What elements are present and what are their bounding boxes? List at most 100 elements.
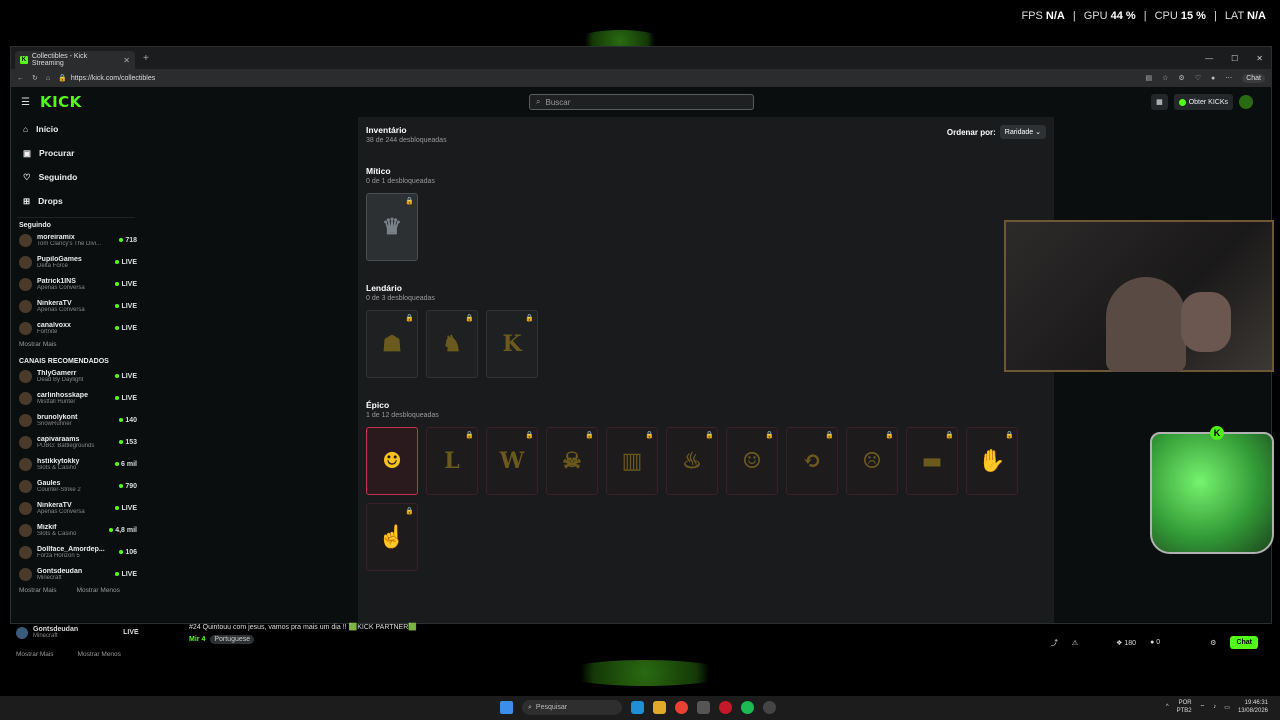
collectible-card-unlocked[interactable]: ☻ xyxy=(366,427,418,495)
wifi-icon[interactable]: ⌔ xyxy=(1200,703,1206,711)
show-more-recommended[interactable]: Mostrar Mais xyxy=(19,587,57,594)
face-emote-icon: ☻ xyxy=(382,448,402,474)
sidebar-channel[interactable]: Patrick1INS Apenas Conversa LIVE xyxy=(11,273,141,295)
favorite-icon[interactable]: ☆ xyxy=(1162,74,1168,82)
copilot-chat-button[interactable]: Chat xyxy=(1242,73,1265,83)
show-less-link[interactable]: Mostrar Menos xyxy=(78,651,121,658)
home-icon[interactable]: ⌂ xyxy=(46,75,50,82)
sidebar-channel[interactable]: NinkeraTV Apenas Conversa LIVE xyxy=(11,295,141,317)
minimize-icon[interactable]: — xyxy=(1205,54,1213,63)
hand-emote-icon: ✋ xyxy=(978,448,1006,474)
collectible-card[interactable]: 🔒 ☗ xyxy=(366,310,418,378)
browser-tab[interactable]: K Collectibles - Kick Streaming ✕ xyxy=(15,51,135,69)
refresh-icon[interactable]: ↻ xyxy=(32,74,38,82)
favorites-bar-icon[interactable]: ♡ xyxy=(1195,74,1201,82)
sidebar-channel[interactable]: brunolykont SnowRunner 140 xyxy=(11,409,141,431)
app-icon[interactable] xyxy=(697,701,710,714)
windows-start-icon[interactable] xyxy=(500,701,513,714)
home-icon: ⌂ xyxy=(23,124,29,134)
profile-icon[interactable]: ● xyxy=(1211,75,1215,82)
new-tab-icon[interactable]: + xyxy=(143,53,149,64)
sidebar-channel[interactable]: Dollface_Amordep... Forza Horizon 5 106 xyxy=(11,541,141,563)
collectible-card[interactable]: 🔒 K xyxy=(486,310,538,378)
close-window-icon[interactable]: ✕ xyxy=(1256,54,1263,63)
kick-logo[interactable]: KICK xyxy=(40,93,82,111)
collectibles-panel: Inventário 38 de 244 desbloqueadas Orden… xyxy=(358,117,1054,623)
spotify-icon[interactable] xyxy=(741,701,754,714)
close-tab-icon[interactable]: ✕ xyxy=(123,56,130,65)
avatar xyxy=(19,369,32,383)
sidebar-channel[interactable]: Mizkif Slots & Casino 4,8 mil xyxy=(11,519,141,541)
reader-icon[interactable]: ▤ xyxy=(1146,74,1153,82)
sidebar-channel[interactable]: NinkeraTV Apenas Conversa LIVE xyxy=(11,497,141,519)
battery-icon[interactable]: ▭ xyxy=(1224,704,1230,711)
share-icon[interactable]: ⤴ xyxy=(1051,638,1058,648)
sidebar-channel[interactable]: Gaules Counter-Strike 2 790 xyxy=(11,475,141,497)
sidebar-channel[interactable]: canalvoxx Fortnite LIVE xyxy=(11,317,141,339)
back-icon[interactable]: ← xyxy=(17,75,24,82)
avatar xyxy=(19,413,32,427)
page-title: Inventário xyxy=(366,125,407,135)
collectible-card[interactable]: 🔒 ☺ xyxy=(726,427,778,495)
sidebar-channel[interactable]: capivaraams PUBG: Battlegrounds 153 xyxy=(11,431,141,453)
volume-icon[interactable]: ♪ xyxy=(1213,704,1216,710)
category-link[interactable]: Mir 4 xyxy=(189,636,205,643)
chat-button[interactable]: Chat xyxy=(1230,636,1258,649)
app-icon[interactable] xyxy=(763,701,776,714)
avatar xyxy=(19,457,32,471)
collectible-card[interactable]: 🔒 ☠ xyxy=(546,427,598,495)
language-tag[interactable]: Portuguese xyxy=(210,635,255,644)
collectible-card[interactable]: 🔒 ♞ xyxy=(426,310,478,378)
report-icon[interactable]: ⚠ xyxy=(1072,639,1078,647)
user-avatar[interactable] xyxy=(1239,95,1253,109)
edge-icon[interactable] xyxy=(631,701,644,714)
sidebar-channel[interactable]: hstikkytokky Slots & Casino 6 mil xyxy=(11,453,141,475)
coins-counter[interactable]: ● 0 xyxy=(1150,639,1160,646)
sidebar-channel[interactable]: ThlyGamerr Dead By Daylight LIVE xyxy=(11,365,141,387)
lat-readout: LAT N/A xyxy=(1224,10,1266,22)
layout-icon[interactable]: ▦ xyxy=(1151,94,1168,110)
url-field[interactable]: 🔒 https://kick.com/collectibles xyxy=(58,74,155,83)
show-more-link[interactable]: Mostrar Mais xyxy=(16,651,54,658)
file-explorer-icon[interactable] xyxy=(653,701,666,714)
sidebar-channel[interactable]: Gontsdeudan Minecraft LIVE xyxy=(16,626,139,639)
collectible-card[interactable]: 🔒 W xyxy=(486,427,538,495)
sidebar-item-browse[interactable]: ▣ Procurar xyxy=(11,141,141,165)
collectible-card[interactable]: 🔒 ✋ xyxy=(966,427,1018,495)
collectible-card[interactable]: 🔒 ⟲ xyxy=(786,427,838,495)
sidebar-channel[interactable]: carlinhosskape Mistfall Hunter LIVE xyxy=(11,387,141,409)
collectible-card[interactable]: 🔒 L xyxy=(426,427,478,495)
sort-dropdown[interactable]: Raridade ⌄ xyxy=(999,125,1046,139)
chevron-up-icon[interactable]: ^ xyxy=(1166,704,1169,710)
sidebar-item-following[interactable]: ♡ Seguindo xyxy=(11,165,141,189)
sidebar-item-home[interactable]: ⌂ Início xyxy=(11,117,141,141)
gift-icon: ⊞ xyxy=(23,195,31,206)
collectible-card[interactable]: 🔒 ▬ xyxy=(906,427,958,495)
kicks-counter[interactable]: ❖ 180 xyxy=(1116,639,1136,647)
group-mythic: Mítico 0 de 1 desbloqueadas 🔒 ♛ xyxy=(366,166,1046,261)
show-less-recommended[interactable]: Mostrar Menos xyxy=(77,587,120,594)
collectible-card[interactable]: 🔒 ▥ xyxy=(606,427,658,495)
opera-icon[interactable] xyxy=(719,701,732,714)
sidebar-channel[interactable]: PupiloGames Delta Force LIVE xyxy=(11,251,141,273)
maximize-icon[interactable]: ☐ xyxy=(1231,54,1238,63)
browse-icon: ▣ xyxy=(23,147,32,158)
show-more-following[interactable]: Mostrar Mais xyxy=(19,341,57,348)
collectible-card[interactable]: 🔒 ☹ xyxy=(846,427,898,495)
chrome-icon[interactable] xyxy=(675,701,688,714)
collectible-card[interactable]: 🔒 ♛ xyxy=(366,193,418,261)
clock[interactable]: 19:46:31 13/08/2026 xyxy=(1238,699,1268,715)
more-icon[interactable]: ⋯ xyxy=(1225,74,1232,82)
search-input[interactable]: ⌕ Buscar xyxy=(529,94,754,110)
settings-icon[interactable]: ⚙ xyxy=(1210,639,1216,647)
sidebar-channel[interactable]: Gontsdeudan Minecraft LIVE xyxy=(11,563,141,585)
taskbar-search[interactable]: ⌕ Pesquisar xyxy=(522,700,622,715)
sidebar-channel[interactable]: moreiramix Tom Clancy's The Divi... 718 xyxy=(11,229,141,251)
get-kicks-button[interactable]: Obter KICKs xyxy=(1173,94,1233,110)
extensions-icon[interactable]: ⚙ xyxy=(1178,74,1184,82)
collectible-card[interactable]: 🔒 ♨ xyxy=(666,427,718,495)
face-emote-icon: ☺ xyxy=(742,448,762,474)
sidebar-item-drops[interactable]: ⊞ Drops xyxy=(11,189,141,213)
menu-icon[interactable]: ☰ xyxy=(21,97,30,108)
collectible-card[interactable]: 🔒 ☝ xyxy=(366,503,418,571)
